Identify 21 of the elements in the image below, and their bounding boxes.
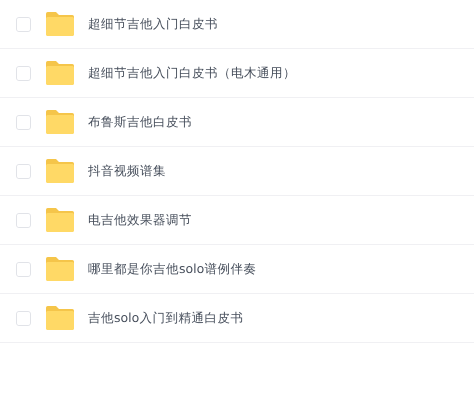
folder-icon: [46, 12, 74, 36]
folder-icon: [46, 61, 74, 85]
folder-icon: [46, 159, 74, 183]
folder-name[interactable]: 抖音视频谱集: [88, 162, 166, 180]
folder-name[interactable]: 超细节吉他入门白皮书（电木通用）: [88, 64, 296, 82]
checkbox[interactable]: [16, 164, 31, 178]
folder-name[interactable]: 吉他solo入门到精通白皮书: [88, 310, 244, 326]
folder-icon: [46, 306, 74, 330]
folder-icon: [46, 257, 74, 281]
checkbox[interactable]: [16, 262, 31, 276]
folder-name[interactable]: 超细节吉他入门白皮书: [88, 16, 218, 32]
folder-icon: [46, 208, 74, 232]
checkbox[interactable]: [16, 212, 31, 228]
checkbox[interactable]: [16, 66, 31, 80]
folder-name[interactable]: 电吉他效果器调节: [88, 212, 192, 228]
folder-icon: [46, 110, 74, 134]
folder-name[interactable]: 哪里都是你吉他solo谱例伴奏: [88, 260, 256, 278]
checkbox[interactable]: [16, 114, 31, 130]
folder-name[interactable]: 布鲁斯吉他白皮书: [88, 114, 192, 130]
checkbox[interactable]: [16, 310, 31, 326]
checkbox[interactable]: [16, 16, 31, 32]
